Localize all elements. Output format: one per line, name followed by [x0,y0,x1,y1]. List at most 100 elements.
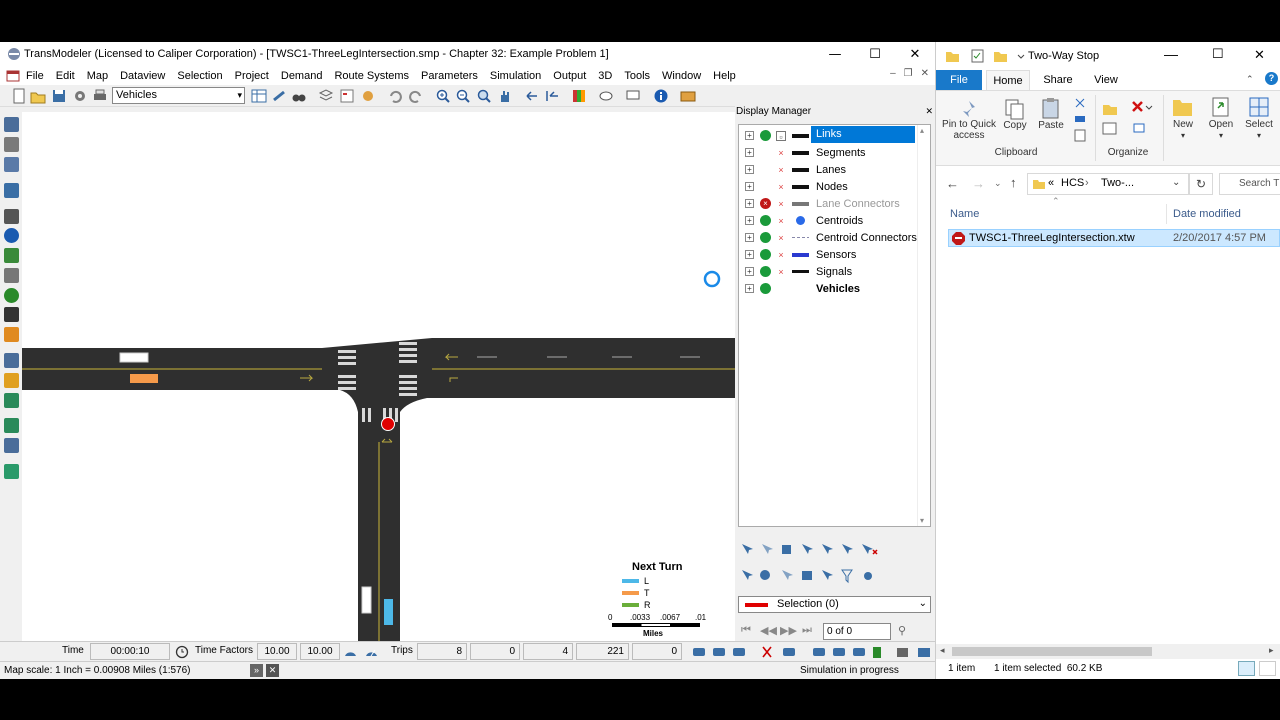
traffic-signal-icon[interactable] [4,248,19,263]
last-record-icon[interactable]: ⏭ [802,624,812,637]
quick-access-toolbar[interactable] [945,48,1025,64]
visible-check-icon[interactable] [760,215,771,226]
clipboard-small-tools[interactable] [1073,96,1087,146]
record-count-field[interactable]: 0 of 0 [823,623,891,640]
next-view-icon[interactable] [544,88,560,104]
dataview-icon[interactable] [251,88,267,104]
redo-icon[interactable] [408,88,424,104]
mdi-minimize-button[interactable]: – [890,68,896,79]
file-row[interactable]: TWSC1-ThreeLegIntersection.xtw 2/20/2017… [948,229,1280,247]
scroll-up-icon[interactable]: ▴ [920,126,924,135]
new-folder-icon[interactable] [1172,96,1194,118]
print-icon[interactable] [92,88,108,104]
up-arrow-icon[interactable]: ↑ [1010,175,1017,190]
simulation-controls[interactable] [693,645,933,659]
column-date-modified[interactable]: Date modified [1173,208,1241,220]
maximize-button[interactable]: ☐ [1212,46,1224,62]
expand-icon[interactable]: + [745,216,754,225]
large-icons-view-icon[interactable] [1259,661,1276,676]
selectable-icon[interactable]: × [776,182,786,192]
vehicle[interactable] [119,352,149,363]
selectable-icon[interactable]: × [776,165,786,175]
minimize-button[interactable]: — [815,42,855,66]
selectable-icon[interactable]: × [776,148,786,158]
ruler-icon[interactable] [4,209,19,224]
selectable-icon[interactable]: × [776,199,786,209]
copy-button[interactable]: Copy [1002,120,1028,131]
scroll-down-icon[interactable]: ▾ [920,516,924,525]
sensor-icon[interactable] [4,268,19,283]
tab-file[interactable]: File [936,70,982,90]
refresh-icon[interactable]: ↻ [1189,173,1213,195]
filter-icon[interactable]: ⚲ [898,624,906,637]
vehicle[interactable] [361,586,372,614]
forward-arrow-icon[interactable]: → [972,176,985,191]
menu-tools[interactable]: Tools [618,70,656,82]
speed-gauge-icon[interactable] [343,645,358,659]
speed-gauge-fast-icon[interactable] [364,645,379,659]
visible-check-icon[interactable] [760,266,771,277]
shape-icon[interactable] [598,88,614,104]
hand-paint-icon[interactable] [360,88,376,104]
new-dropdown-icon[interactable]: ▾ [1178,131,1188,140]
copy-icon[interactable] [1004,98,1026,120]
search-box[interactable]: Search T [1219,173,1280,195]
selection-set-select[interactable]: Selection (0) ⌄ [738,596,931,613]
address-dropdown-icon[interactable]: ⌄ [1172,177,1180,188]
time-field[interactable]: 00:00:10 [90,643,170,660]
maximize-button[interactable]: ☐ [855,42,895,66]
layer-row-lane-connectors[interactable]: + × × Lane Connectors [739,195,930,212]
organize-tools[interactable] [1101,99,1157,143]
close-button[interactable]: ✕ [895,42,935,66]
sign-icon[interactable] [4,353,19,368]
menu-parameters[interactable]: Parameters [415,70,484,82]
select-icon[interactable] [1248,96,1270,118]
time-factor-field-2[interactable]: 10.00 [300,643,340,660]
selectable-icon[interactable]: ▫ [776,130,786,142]
warning-icon[interactable] [4,373,19,388]
menu-window[interactable]: Window [656,70,707,82]
zoom-out-icon[interactable] [455,88,471,104]
map-view[interactable]: Next Turn L T R 0 .0033 .0067 .01 Miles [22,112,735,642]
layer-row-lanes[interactable]: + × Lanes [739,161,930,178]
settings-icon[interactable] [72,88,88,104]
menu-dataview[interactable]: Dataview [114,70,171,82]
expand-icon[interactable]: + [745,199,754,208]
new-button[interactable]: New [1166,119,1200,130]
first-record-icon[interactable]: ⏮ [741,624,751,637]
previous-view-icon[interactable] [524,88,540,104]
layer-row-centroid-connectors[interactable]: + × Centroid Connectors [739,229,930,246]
toll-icon[interactable] [4,288,19,303]
layer-row-centroids[interactable]: + × Centroids [739,212,930,229]
tab-share[interactable]: Share [1036,70,1080,90]
expand-icon[interactable]: + [745,131,754,140]
vehicle-icon[interactable] [4,183,19,198]
minimize-button[interactable]: — [1164,46,1178,62]
layer-select[interactable]: Vehicles ▾ [112,87,245,104]
layer-row-sensors[interactable]: + × Sensors [739,246,930,263]
menu-file[interactable]: File [20,70,50,82]
selectable-icon[interactable]: × [776,233,786,243]
expand-icon[interactable]: + [745,182,754,191]
scrollbar-thumb[interactable] [952,647,1152,656]
collapse-ribbon-icon[interactable]: ⌃ [1246,74,1254,85]
menu-demand[interactable]: Demand [275,70,329,82]
vehicle[interactable] [130,374,158,383]
open-dropdown-icon[interactable]: ▾ [1216,131,1226,140]
selectable-icon[interactable]: × [776,250,786,260]
layer-row-segments[interactable]: + × Segments [739,144,930,161]
back-arrow-icon[interactable]: ← [946,176,959,191]
network-editor-icon[interactable] [4,117,19,132]
transit-icon[interactable] [4,307,19,322]
expand-icon[interactable]: + [745,267,754,276]
layer-row-signals[interactable]: + × Signals [739,263,930,280]
pin-icon[interactable] [958,99,980,121]
close-button[interactable]: ✕ [1254,47,1265,63]
visible-check-icon[interactable] [760,249,771,260]
previous-record-icon[interactable]: ◀◀ [760,624,777,637]
link-icon[interactable] [271,88,287,104]
menu-selection[interactable]: Selection [171,70,228,82]
next-record-icon[interactable]: ▶▶ [780,624,797,637]
selection-tools-row-2[interactable] [740,568,920,584]
selectable-icon[interactable]: × [776,216,786,226]
